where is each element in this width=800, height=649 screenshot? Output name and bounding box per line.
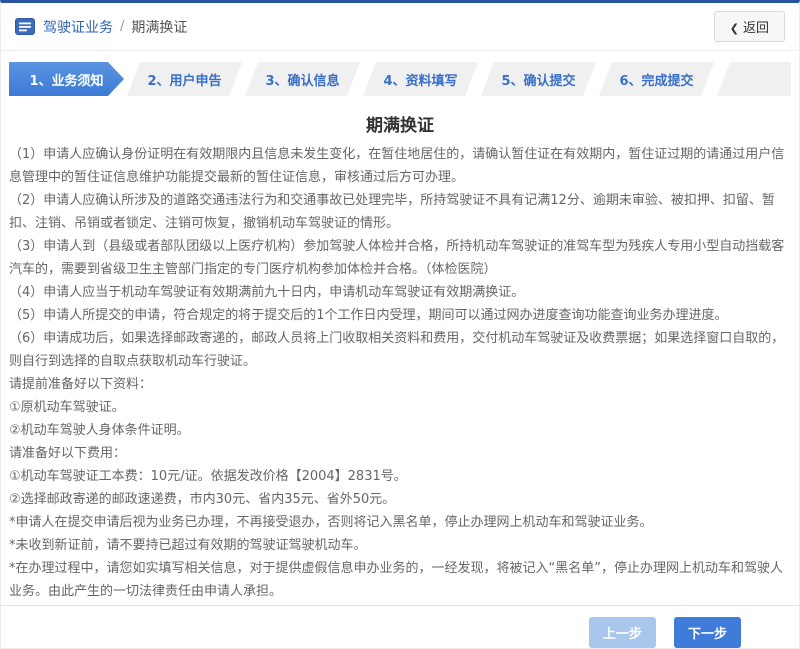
breadcrumb-current-page: 期满换证	[131, 17, 187, 37]
page: 驾驶证业务 / 期满换证 ❮ 返回 1、业务须知 2、用户申告 3、确认信息 4、…	[0, 0, 800, 649]
notice-paragraph: 请提前准备好以下资料：	[9, 373, 791, 396]
back-button-label: 返回	[743, 21, 769, 36]
step-label: 3、确认信息	[265, 70, 339, 89]
step-item[interactable]: 5、确认提交	[481, 62, 596, 96]
step-item[interactable]: 4、资料填写	[363, 62, 478, 96]
step-item[interactable]: 1、业务须知	[9, 62, 124, 96]
notice-paragraph: （4）申请人应当于机动车驾驶证有效期满前九十日内，申请机动车驾驶证有效期满换证。	[9, 281, 791, 304]
step-item[interactable]: 2、用户申告	[127, 62, 242, 96]
step-bar-filler	[717, 62, 791, 96]
step-label: 6、完成提交	[619, 70, 693, 89]
previous-step-button[interactable]: 上一步	[589, 617, 656, 648]
notice-paragraph: 请准备好以下费用：	[9, 442, 791, 465]
notice-paragraph: （2）申请人应确认所涉及的道路交通违法行为和交通事故已处理完毕，所持驾驶证不具有…	[9, 189, 791, 235]
page-title: 期满换证	[1, 111, 799, 136]
back-button[interactable]: ❮ 返回	[714, 11, 785, 42]
notice-text: （1）申请人应确认身份证明在有效期限内且信息未发生变化，在暂住地居住的，请确认暂…	[1, 143, 799, 603]
notice-paragraph: ②机动车驾驶人身体条件证明。	[9, 419, 791, 442]
form-list-icon	[15, 18, 35, 35]
step-label: 5、确认提交	[501, 70, 575, 89]
notice-paragraph: *在办理过程中，请您如实填写相关信息，对于提供虚假信息申办业务的，一经发现，将被…	[9, 557, 791, 603]
notice-paragraph: ②选择邮政寄递的邮政速递费，市内30元、省内35元、省外50元。	[9, 488, 791, 511]
notice-paragraph: ①原机动车驾驶证。	[9, 396, 791, 419]
back-chevron-icon: ❮	[730, 22, 739, 35]
notice-paragraph: （5）申请人所提交的申请，符合规定的将于提交后的1个工作日内受理，期间可以通过网…	[9, 304, 791, 327]
notice-paragraph: ①机动车驾驶证工本费：10元/证。依据发改价格【2004】2831号。	[9, 465, 791, 488]
step-label: 1、业务须知	[29, 70, 103, 89]
notice-paragraph: （6）申请成功后，如果选择邮政寄递的，邮政人员将上门收取相关资料和费用，交付机动…	[9, 327, 791, 373]
main-content: 期满换证 （1）申请人应确认身份证明在有效期限内且信息未发生变化，在暂住地居住的…	[1, 96, 799, 605]
step-label: 2、用户申告	[147, 70, 221, 89]
header-bar: 驾驶证业务 / 期满换证 ❮ 返回	[1, 3, 799, 51]
step-label: 4、资料填写	[383, 70, 457, 89]
footer-bar: 上一步 下一步	[1, 605, 799, 648]
notice-paragraph: （1）申请人应确认身份证明在有效期限内且信息未发生变化，在暂住地居住的，请确认暂…	[9, 143, 791, 189]
notice-paragraph: *申请人在提交申请后视为业务已办理，不再接受退办，否则将记入黑名单，停止办理网上…	[9, 511, 791, 534]
breadcrumb-section-link[interactable]: 驾驶证业务	[43, 17, 113, 37]
step-item[interactable]: 6、完成提交	[599, 62, 714, 96]
step-item[interactable]: 3、确认信息	[245, 62, 360, 96]
notice-paragraph: *未收到新证前，请不要持已超过有效期的驾驶证驾驶机动车。	[9, 534, 791, 557]
step-progress-bar: 1、业务须知 2、用户申告 3、确认信息 4、资料填写 5、确认提交 6、完成提…	[9, 62, 791, 96]
notice-paragraph: （3）申请人到（县级或者部队团级以上医疗机构）参加驾驶人体检并合格，所持机动车驾…	[9, 235, 791, 281]
breadcrumb-separator: /	[120, 19, 124, 34]
next-step-button[interactable]: 下一步	[674, 617, 741, 648]
